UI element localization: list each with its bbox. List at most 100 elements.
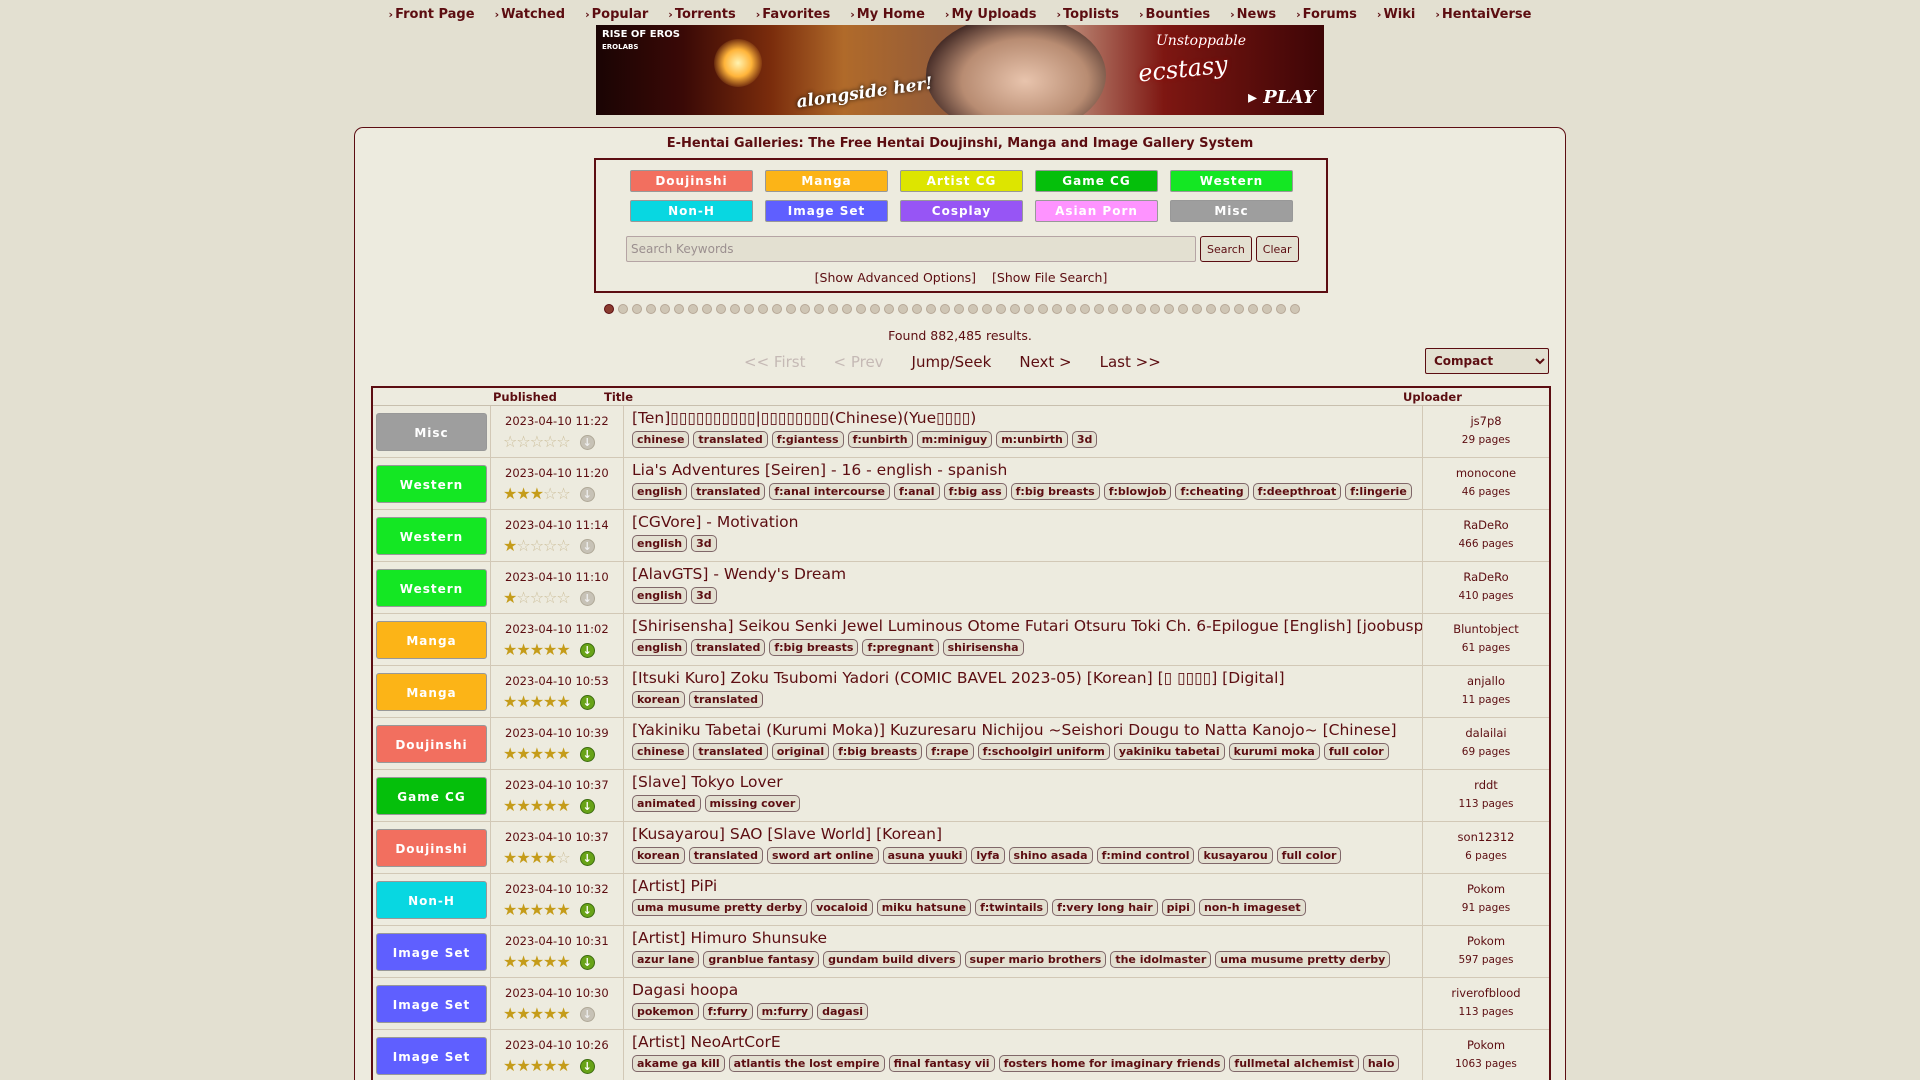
tag[interactable]: f:big breasts — [833, 743, 923, 760]
category-badge[interactable]: Western — [376, 464, 487, 503]
uploader-link[interactable]: rddt — [1423, 778, 1549, 792]
gallery-title-link[interactable]: Lia's Adventures [Seiren] - 16 - english… — [632, 461, 1422, 479]
gallery-title-link[interactable]: [Artist] NeoArtCorE — [632, 1033, 1422, 1051]
header-title[interactable]: Title — [604, 388, 1398, 405]
category-filter-manga[interactable]: Manga — [765, 170, 888, 192]
tag[interactable]: translated — [691, 483, 766, 500]
gallery-title-link[interactable]: [Artist] PiPi — [632, 877, 1422, 895]
tag[interactable]: kurumi moka — [1228, 743, 1320, 760]
tag[interactable]: f:unbirth — [847, 431, 913, 448]
uploader-link[interactable]: Pokom — [1423, 882, 1549, 896]
tag[interactable]: english — [632, 639, 688, 656]
nav-link-front-page[interactable]: Front Page — [389, 7, 474, 22]
category-badge[interactable]: Manga — [376, 672, 487, 711]
tag[interactable]: translated — [693, 431, 768, 448]
nav-link-news[interactable]: News — [1230, 7, 1276, 22]
category-badge[interactable]: Western — [376, 568, 487, 607]
tag[interactable]: azur lane — [632, 951, 700, 968]
gallery-title-link[interactable]: [Slave] Tokyo Lover — [632, 773, 1422, 791]
clear-button[interactable]: Clear — [1255, 236, 1299, 262]
tag[interactable]: sword art online — [767, 847, 879, 864]
tag[interactable]: translated — [688, 847, 763, 864]
nav-link-hentaiverse[interactable]: HentaiVerse — [1435, 7, 1532, 22]
category-badge[interactable]: Western — [376, 516, 487, 555]
download-icon[interactable]: ↓ — [579, 694, 595, 710]
gallery-title-link[interactable]: [Shirisensha] Seikou Senki Jewel Luminou… — [632, 617, 1422, 635]
tag[interactable]: fosters home for imaginary friends — [998, 1055, 1226, 1072]
uploader-link[interactable]: anjallo — [1423, 674, 1549, 688]
tag[interactable]: lyfa — [971, 847, 1005, 864]
category-badge[interactable]: Doujinshi — [376, 828, 487, 867]
tag[interactable]: final fantasy vii — [888, 1055, 995, 1072]
category-badge[interactable]: Doujinshi — [376, 724, 487, 763]
category-filter-non-h[interactable]: Non-H — [630, 200, 753, 222]
tag[interactable]: asuna yuuki — [882, 847, 968, 864]
uploader-link[interactable]: RaDeRo — [1423, 570, 1549, 584]
uploader-link[interactable]: Pokom — [1423, 934, 1549, 948]
tag[interactable]: non-h imageset — [1198, 899, 1306, 916]
tag[interactable]: f:rape — [926, 743, 974, 760]
tag[interactable]: uma musume pretty derby — [632, 899, 808, 916]
category-filter-misc[interactable]: Misc — [1170, 200, 1293, 222]
tag[interactable]: f:very long hair — [1052, 899, 1158, 916]
gallery-title-link[interactable]: [CGVore] - Motivation — [632, 513, 1422, 531]
tag[interactable]: f:big ass — [943, 483, 1007, 500]
tag[interactable]: f:pregnant — [862, 639, 939, 656]
tag[interactable]: f:mind control — [1096, 847, 1195, 864]
nav-link-favorites[interactable]: Favorites — [756, 7, 830, 22]
category-filter-western[interactable]: Western — [1170, 170, 1293, 192]
category-badge[interactable]: Misc — [376, 412, 487, 451]
tag[interactable]: halo — [1362, 1055, 1400, 1072]
tag[interactable]: f:deepthroat — [1252, 483, 1342, 500]
uploader-link[interactable]: monocone — [1423, 466, 1549, 480]
tag[interactable]: m:miniguy — [916, 431, 993, 448]
tag[interactable]: shino asada — [1008, 847, 1093, 864]
tag[interactable]: f:cheating — [1175, 483, 1249, 500]
last-page-link[interactable]: Last >> — [1100, 353, 1161, 371]
tag[interactable]: f:anal — [893, 483, 940, 500]
banner-play-button[interactable]: ▸ PLAY — [1248, 87, 1315, 108]
nav-link-torrents[interactable]: Torrents — [668, 7, 736, 22]
tag[interactable]: translated — [693, 743, 768, 760]
uploader-link[interactable]: Bluntobject — [1423, 622, 1549, 636]
tag[interactable]: english — [632, 483, 688, 500]
category-badge[interactable]: Manga — [376, 620, 487, 659]
tag[interactable]: 3d — [691, 587, 717, 604]
tag[interactable]: full color — [1276, 847, 1342, 864]
tag[interactable]: f:big breasts — [769, 639, 859, 656]
tag[interactable]: f:twintails — [975, 899, 1049, 916]
category-badge[interactable]: Non-H — [376, 880, 487, 919]
tag[interactable]: 3d — [1071, 431, 1098, 448]
advertisement-banner[interactable]: RISE OF EROS EROLABS alongside her! Unst… — [596, 25, 1324, 115]
uploader-link[interactable]: son12312 — [1423, 830, 1549, 844]
uploader-link[interactable]: dalailai — [1423, 726, 1549, 740]
uploader-link[interactable]: js7p8 — [1423, 414, 1549, 428]
tag[interactable]: miku hatsune — [876, 899, 972, 916]
gallery-title-link[interactable]: [Artist] Himuro Shunsuke — [632, 929, 1422, 947]
show-file-search-link[interactable]: [Show File Search] — [992, 270, 1107, 285]
tag[interactable]: f:big breasts — [1010, 483, 1100, 500]
tag[interactable]: atlantis the lost empire — [728, 1055, 885, 1072]
tag[interactable]: granblue fantasy — [703, 951, 820, 968]
tag[interactable]: original — [771, 743, 830, 760]
category-badge[interactable]: Game CG — [376, 776, 487, 815]
category-badge[interactable]: Image Set — [376, 932, 487, 971]
download-icon[interactable]: ↓ — [579, 954, 595, 970]
display-mode-select[interactable]: Compact — [1425, 348, 1549, 374]
download-icon[interactable]: ↓ — [579, 746, 595, 762]
tag[interactable]: pokemon — [632, 1003, 699, 1020]
tag[interactable]: f:giantess — [771, 431, 844, 448]
nav-link-my-home[interactable]: My Home — [850, 7, 925, 22]
tag[interactable]: m:unbirth — [996, 431, 1068, 448]
tag[interactable]: f:furry — [702, 1003, 753, 1020]
nav-link-toplists[interactable]: Toplists — [1056, 7, 1119, 22]
tag[interactable]: super mario brothers — [964, 951, 1107, 968]
tag[interactable]: translated — [688, 691, 763, 708]
category-filter-artist-cg[interactable]: Artist CG — [900, 170, 1023, 192]
tag[interactable]: korean — [632, 691, 685, 708]
tag[interactable]: 3d — [691, 535, 717, 552]
tag[interactable]: shirisensha — [942, 639, 1024, 656]
search-button[interactable]: Search — [1200, 236, 1252, 262]
tag[interactable]: chinese — [632, 743, 690, 760]
download-icon[interactable]: ↓ — [579, 798, 595, 814]
